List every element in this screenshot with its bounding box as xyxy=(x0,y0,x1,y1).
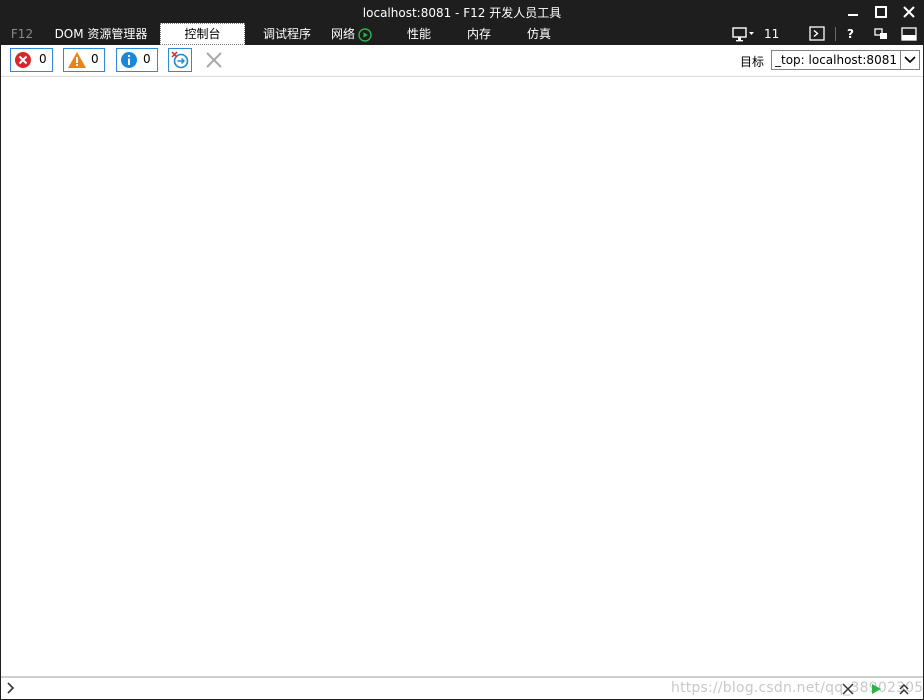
console-input-bar[interactable]: https://blog.csdn.net/qq_38902305 xyxy=(1,676,923,699)
run-icon[interactable] xyxy=(869,682,883,696)
devtools-window: localhost:8081 - F12 开发人员工具 F12 DOM 资源管理… xyxy=(0,0,924,700)
clear-on-navigate-toggle[interactable] xyxy=(168,48,192,72)
tab-console[interactable]: 控制台 xyxy=(160,23,245,45)
play-circle-icon xyxy=(358,27,372,42)
undock-button[interactable] xyxy=(873,23,889,45)
target-select[interactable]: _top: localhost:8081 xyxy=(771,50,920,70)
maximize-icon xyxy=(875,6,887,18)
info-count: 0 xyxy=(143,52,151,66)
clear-console-button[interactable] xyxy=(202,48,226,72)
close-button[interactable] xyxy=(895,1,923,23)
chevron-down-icon xyxy=(904,56,916,64)
document-mode-button[interactable]: 11 xyxy=(731,23,779,45)
expand-up-icon[interactable] xyxy=(897,682,911,696)
tab-emulation[interactable]: 仿真 xyxy=(519,23,559,45)
close-icon xyxy=(903,6,915,18)
tab-debugger[interactable]: 调试程序 xyxy=(254,23,320,45)
error-icon xyxy=(15,52,31,68)
info-filter-button[interactable]: 0 xyxy=(116,48,158,72)
watermark-text: https://blog.csdn.net/qq_38902305 xyxy=(671,680,924,696)
clear-input-icon[interactable] xyxy=(841,682,855,696)
target-select-value: _top: localhost:8081 xyxy=(775,53,897,67)
title-bar: localhost:8081 - F12 开发人员工具 xyxy=(1,1,923,23)
tab-bar: F12 DOM 资源管理器 控制台 调试程序 网络 性能 内存 仿真 11 ? xyxy=(1,23,923,45)
dock-button[interactable] xyxy=(901,23,917,45)
errors-filter-button[interactable]: 0 xyxy=(10,48,53,72)
tab-f12[interactable]: F12 xyxy=(5,23,39,45)
maximize-button[interactable] xyxy=(867,1,895,23)
warnings-count: 0 xyxy=(91,52,99,66)
chevron-right-icon xyxy=(7,682,15,694)
help-button[interactable]: ? xyxy=(847,23,859,45)
warnings-filter-button[interactable]: 0 xyxy=(63,48,105,72)
warning-icon xyxy=(68,52,86,68)
clear-x-icon xyxy=(206,52,222,68)
tab-network-label: 网络 xyxy=(331,27,356,41)
info-icon xyxy=(121,52,137,68)
console-toolbar: 0 0 0 目标 _top: localhost:8081 xyxy=(1,45,923,77)
console-output[interactable] xyxy=(1,77,923,675)
target-dropdown-button[interactable] xyxy=(900,51,919,69)
tab-memory[interactable]: 内存 xyxy=(459,23,499,45)
tab-performance[interactable]: 性能 xyxy=(399,23,439,45)
undock-icon xyxy=(874,28,887,39)
emulation-mode-value: 11 xyxy=(764,27,780,41)
tab-dom-explorer[interactable]: DOM 资源管理器 xyxy=(47,23,155,45)
console-prompt-icon xyxy=(809,26,825,41)
window-title: localhost:8081 - F12 开发人员工具 xyxy=(362,6,562,20)
minimize-icon xyxy=(848,14,858,16)
tabbar-divider xyxy=(835,27,836,41)
target-label: 目标 xyxy=(740,55,765,69)
console-toggle-button[interactable] xyxy=(809,23,827,45)
minimize-button[interactable] xyxy=(839,1,867,23)
errors-count: 0 xyxy=(39,52,47,66)
tab-network[interactable]: 网络 xyxy=(331,23,387,45)
clear-on-navigate-icon xyxy=(171,51,189,69)
dock-bottom-icon xyxy=(901,27,917,41)
monitor-dropdown-icon xyxy=(732,27,754,42)
